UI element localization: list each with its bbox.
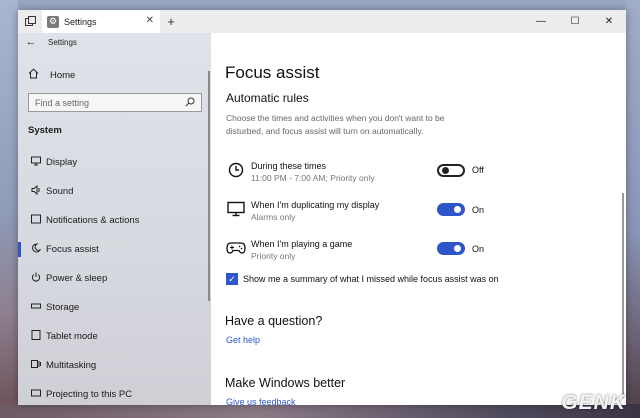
sidebar-item-notifications[interactable]: Notifications & actions: [18, 206, 208, 235]
desktop-background-left: [0, 0, 18, 418]
gear-icon: ⚙: [47, 15, 59, 28]
get-help-link[interactable]: Get help: [226, 335, 260, 345]
sidebar-header: ← Settings: [18, 33, 211, 51]
sidebar-item-label: Storage: [46, 302, 80, 313]
desktop-background-bottom: [0, 404, 640, 418]
tab-close-icon[interactable]: ✕: [146, 15, 154, 26]
toggle-knob: [442, 167, 449, 174]
sidebar-item-label: Notifications & actions: [46, 215, 140, 226]
speaker-icon: [28, 184, 44, 198]
sidebar-nav-list: Display Sound Notifications & actions Fo…: [18, 148, 208, 405]
search-icon[interactable]: [185, 97, 195, 109]
storage-icon: [28, 301, 44, 314]
sidebar-scrollbar[interactable]: [208, 71, 210, 301]
close-button[interactable]: ✕: [592, 10, 626, 33]
sidebar-item-tablet-mode[interactable]: Tablet mode: [18, 322, 208, 351]
make-windows-better-heading: Make Windows better: [225, 376, 346, 390]
toggle-state-label: On: [472, 244, 485, 254]
tab-settings[interactable]: ⚙ Settings ✕: [42, 10, 160, 33]
rule-subtitle: Priority only: [251, 251, 296, 261]
rule-title: When I'm playing a game: [251, 239, 353, 249]
home-icon: [28, 68, 44, 82]
home-nav-item[interactable]: Home: [28, 68, 75, 82]
monitor-icon: [28, 156, 44, 169]
section-heading-system: System: [28, 125, 62, 136]
summary-checkbox-label: Show me a summary of what I missed while…: [243, 274, 499, 284]
minimize-button[interactable]: —: [524, 10, 558, 33]
toggle-knob: [454, 245, 461, 252]
sidebar-item-projecting[interactable]: Projecting to this PC: [18, 380, 208, 405]
app-title: Settings: [48, 37, 77, 47]
search-box: [28, 93, 202, 112]
main-content: Focus assist Automatic rules Choose the …: [211, 33, 626, 405]
sidebar-item-sound[interactable]: Sound: [18, 177, 208, 206]
rule-title: When I'm duplicating my display: [251, 200, 380, 210]
title-bar: ⚙ Settings ✕ + — ☐ ✕: [18, 10, 626, 33]
multitasking-icon: [28, 359, 44, 372]
back-arrow-icon[interactable]: ←: [18, 36, 44, 48]
moon-icon: [28, 243, 44, 256]
toggle-playing-game[interactable]: [437, 242, 465, 255]
summary-checkbox[interactable]: ✓: [226, 273, 238, 285]
main-scrollbar[interactable]: [622, 193, 624, 398]
description-text: Choose the times and activities when you…: [226, 113, 445, 136]
sidebar-item-label: Tablet mode: [46, 331, 98, 342]
toggle-duplicating-display[interactable]: [437, 203, 465, 216]
sidebar-item-power-sleep[interactable]: Power & sleep: [18, 264, 208, 293]
set-aside-tabs-icon[interactable]: [18, 10, 42, 33]
power-icon: [28, 272, 44, 285]
rule-subtitle: 11:00 PM - 7:00 AM; Priority only: [251, 173, 375, 183]
toggle-state-label: Off: [472, 165, 484, 175]
new-tab-button[interactable]: +: [160, 10, 182, 33]
sidebar-item-storage[interactable]: Storage: [18, 293, 208, 322]
display-icon: [226, 199, 246, 219]
sidebar-item-label: Focus assist: [46, 244, 99, 255]
active-indicator: [18, 242, 21, 257]
desktop-background-right: [626, 0, 640, 418]
toggle-state-label: On: [472, 205, 485, 215]
maximize-button[interactable]: ☐: [558, 10, 592, 33]
gamepad-icon: [226, 238, 246, 258]
sidebar-item-label: Multitasking: [46, 360, 97, 371]
home-label: Home: [50, 69, 76, 81]
section-heading-automatic-rules: Automatic rules: [226, 91, 309, 105]
settings-window: ⚙ Settings ✕ + — ☐ ✕ ← Settings Home Sy: [18, 10, 626, 405]
tab-title: Settings: [64, 16, 97, 27]
sidebar-item-label: Display: [46, 157, 78, 168]
page-title: Focus assist: [225, 63, 320, 82]
sidebar-item-multitasking[interactable]: Multitasking: [18, 351, 208, 380]
toggle-during-these-times[interactable]: [437, 164, 465, 177]
genk-watermark: GENK: [561, 391, 626, 414]
window-controls: — ☐ ✕: [524, 10, 626, 33]
notification-icon: [28, 214, 44, 227]
summary-checkbox-row[interactable]: ✓ Show me a summary of what I missed whi…: [226, 273, 499, 285]
rule-subtitle: Alarms only: [251, 212, 296, 222]
toggle-knob: [454, 206, 461, 213]
sidebar-item-label: Power & sleep: [46, 273, 108, 284]
clock-icon: [226, 160, 246, 180]
sidebar-item-label: Projecting to this PC: [46, 389, 133, 400]
give-feedback-link[interactable]: Give us feedback: [226, 397, 296, 405]
sidebar-item-display[interactable]: Display: [18, 148, 208, 177]
sidebar-item-label: Sound: [46, 186, 74, 197]
rule-title: During these times: [251, 161, 327, 171]
search-input[interactable]: [35, 97, 185, 108]
projector-icon: [28, 388, 44, 401]
sidebar: ← Settings Home System Display Sound: [18, 33, 211, 405]
sidebar-item-focus-assist[interactable]: Focus assist: [18, 235, 208, 264]
question-heading: Have a question?: [225, 314, 323, 328]
tablet-icon: [28, 330, 44, 343]
